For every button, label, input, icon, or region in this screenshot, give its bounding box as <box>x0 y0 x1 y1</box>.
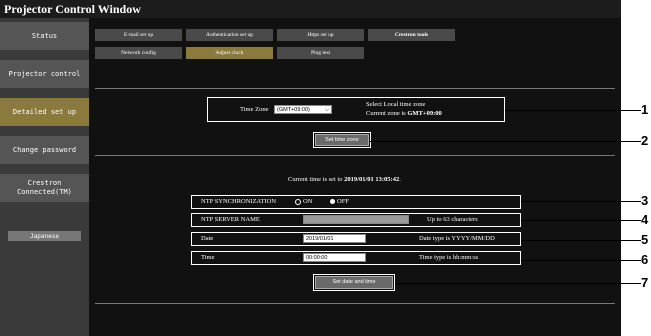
callout-line-7 <box>395 283 641 284</box>
time-zone-label: Time Zone <box>240 106 269 113</box>
sidebar-item-crestron-connected[interactable]: Crestron Connected(TM) <box>0 174 89 202</box>
japanese-language-button[interactable]: Japanese <box>8 231 81 241</box>
time-zone-select[interactable]: (GMT+09:00) ⌵ <box>274 105 332 114</box>
chevron-down-icon: ⌵ <box>324 107 329 113</box>
tab-network-config[interactable]: Network config <box>95 47 182 59</box>
tab-email-set-up[interactable]: E-mail set up <box>95 29 182 41</box>
callout-number-6: 6 <box>641 252 649 267</box>
tab-https-set-up[interactable]: Https set up <box>277 29 364 41</box>
time-zone-selected-value: (GMT+09:00) <box>277 107 310 113</box>
time-zone-hint: Select Local time zone <box>366 101 426 108</box>
current-time-value: 2019/01/01 13:05:42 <box>344 176 400 183</box>
tab-authentication-set-up[interactable]: Authentication set up <box>186 29 273 41</box>
time-label: Time <box>201 254 215 261</box>
divider <box>95 303 615 304</box>
callout-line-5 <box>521 240 641 241</box>
current-zone-text: Current zone is GMT+09:00 <box>366 110 442 117</box>
callout-line-6 <box>521 260 641 261</box>
callout-line-4 <box>521 220 641 221</box>
tab-ping-test[interactable]: Ping test <box>277 47 364 59</box>
time-hint: Time type is hh:mm:ss <box>419 254 479 261</box>
date-label: Date <box>201 235 214 242</box>
sidebar-item-status[interactable]: Status <box>0 22 89 50</box>
ntp-server-hint: Up to 63 characters <box>427 216 478 223</box>
sidebar-item-detailed-set-up[interactable]: Detailed set up <box>0 98 89 126</box>
current-time-suffix: . <box>399 176 401 183</box>
sidebar-item-change-password[interactable]: Change password <box>0 136 89 164</box>
projector-control-window: Projector Control Window Status Projecto… <box>0 0 621 336</box>
ntp-on-label: ON <box>303 198 313 205</box>
ntp-off-label: OFF <box>337 198 349 205</box>
current-zone-value: GMT+09:00 <box>407 110 442 117</box>
date-input[interactable]: 2019/01/01 <box>303 234 366 243</box>
callout-line-3 <box>521 201 641 202</box>
radio-off-icon <box>295 198 301 205</box>
callout-number-3: 3 <box>641 193 649 208</box>
ntp-on-radio[interactable]: ON <box>295 198 312 205</box>
current-zone-prefix: Current zone is <box>366 110 408 117</box>
callout-line-1 <box>505 110 641 111</box>
radio-selected-icon <box>330 199 335 205</box>
callout-number-7: 7 <box>641 275 649 290</box>
ntp-off-radio[interactable]: OFF <box>330 198 349 205</box>
date-hint: Date type is YYYY/MM/DD <box>419 235 495 242</box>
current-time-text: Current time is set to 2019/01/01 13:05:… <box>288 176 401 183</box>
set-date-time-button[interactable]: Set date and time <box>315 276 393 289</box>
ntp-server-input[interactable] <box>303 215 409 224</box>
sidebar-item-projector-control[interactable]: Projector control <box>0 60 89 88</box>
tab-adjust-clock[interactable]: Adjust clock <box>186 47 273 59</box>
time-input[interactable]: 00:00:00 <box>303 253 366 262</box>
callout-number-4: 4 <box>641 212 649 227</box>
ntp-server-label: NTP SERVER NAME <box>201 216 260 223</box>
current-time-prefix: Current time is set to <box>288 176 345 183</box>
callout-number-5: 5 <box>641 232 649 247</box>
callout-line-2 <box>370 141 641 142</box>
callout-number-2: 2 <box>641 133 649 148</box>
ntp-sync-label: NTP SYNCHRONIZATION <box>201 198 277 205</box>
callout-number-1: 1 <box>641 102 649 117</box>
set-time-zone-button[interactable]: Set time zone <box>315 134 369 146</box>
window-title: Projector Control Window <box>0 0 621 18</box>
tab-crestron-tools[interactable]: Crestron tools <box>368 29 455 41</box>
divider <box>95 155 615 156</box>
main-panel: E-mail set up Authentication set up Http… <box>89 18 621 336</box>
divider <box>95 88 615 89</box>
sidebar: Status Projector control Detailed set up… <box>0 18 89 336</box>
